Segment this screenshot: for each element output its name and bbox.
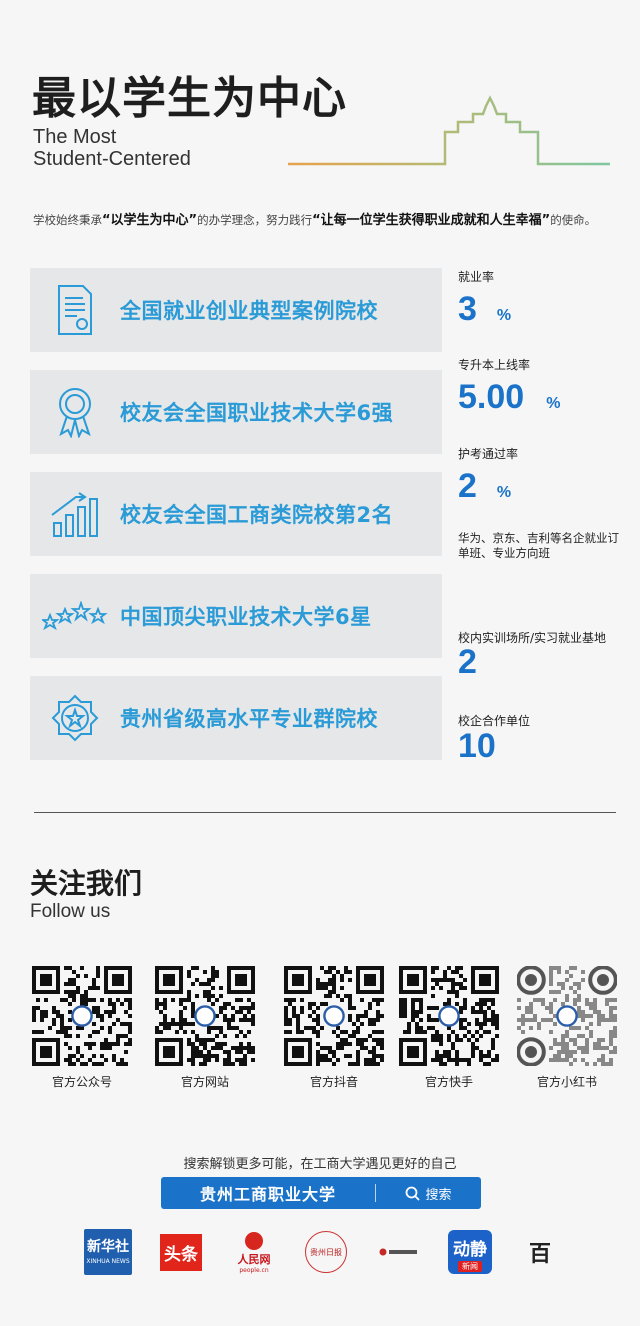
follow-title: 关注我们	[30, 867, 143, 900]
search-bar[interactable]: 贵州工商职业大学 搜索	[161, 1177, 481, 1209]
qr-code-icon	[32, 966, 132, 1066]
qr-code-icon	[155, 966, 255, 1066]
baijia-logo[interactable]: 百	[525, 1228, 555, 1276]
honor-label: 中国顶尖职业技术大学6星	[120, 605, 372, 629]
star-badge-icon	[30, 676, 120, 760]
stat-training-label: 校内实训场所/实习就业基地	[458, 631, 607, 645]
search-separator	[375, 1184, 376, 1202]
guizhou-daily-logo[interactable]: 贵州日报	[304, 1228, 348, 1276]
stat-training-value: 2	[458, 643, 477, 681]
xinhua-logo[interactable]: 新华社 XINHUA NEWS	[83, 1228, 133, 1276]
subtitle-line-1: The Most	[33, 126, 117, 148]
stat-employment-value: 3%	[458, 290, 512, 328]
stat-upgrade-label: 专升本上线率	[458, 358, 531, 372]
search-slogan: 搜索解锁更多可能，在工商大学遇见更好的自己	[183, 1157, 457, 1172]
certificate-icon	[30, 268, 120, 352]
qr-code-label: 官方抖音	[309, 1075, 358, 1089]
honor-card: 中国顶尖职业技术大学6星	[30, 574, 442, 658]
honor-card: 全国就业创业典型案例院校	[30, 268, 442, 352]
qr-code-icon	[516, 965, 618, 1067]
page-subtitle: The Most Student-Centered	[33, 126, 191, 170]
stat-nursing-value: 2%	[458, 467, 512, 505]
enterprise-note: 华为、京东、吉利等名企就业订单班、专业方向班	[458, 531, 619, 560]
qr-code-icon	[399, 966, 499, 1066]
news-site-logo-icon	[379, 1248, 417, 1256]
people-logo[interactable]: 人民网 people.cn	[232, 1228, 276, 1276]
qr-code-3[interactable]	[284, 966, 384, 1070]
qr-code-1[interactable]	[32, 966, 132, 1070]
stat-nursing-label: 护考通过率	[458, 447, 519, 461]
qr-code-label: 官方小红书	[536, 1075, 597, 1089]
honor-label: 贵州省级高水平专业群院校	[120, 707, 378, 731]
bar-chart-growth-icon	[30, 472, 120, 556]
honor-label: 校友会全国职业技术大学6强	[120, 401, 394, 425]
follow-subtitle: Follow us	[30, 901, 111, 922]
search-query[interactable]: 贵州工商职业大学	[161, 1181, 375, 1205]
award-medal-icon	[30, 370, 120, 454]
qr-code-label: 官方网站	[180, 1075, 229, 1089]
qr-code-icon	[284, 966, 384, 1066]
stars-icon	[30, 574, 120, 658]
search-icon	[406, 1186, 421, 1201]
mission-statement: 学校始终秉承“以学生为中心”的办学理念，努力践行“让每一位学生获得职业成就和人生…	[33, 213, 597, 228]
section-divider	[34, 812, 616, 813]
toutiao-logo[interactable]: 头条	[155, 1228, 207, 1276]
stat-upgrade-value: 5.00%	[458, 378, 561, 416]
honor-label: 全国就业创业典型案例院校	[120, 299, 378, 323]
qr-code-5[interactable]	[516, 965, 618, 1070]
honor-card: 贵州省级高水平专业群院校	[30, 676, 442, 760]
people-emblem-icon	[245, 1231, 263, 1250]
dongjing-logo[interactable]: 动静 新闻	[447, 1228, 493, 1276]
qr-code-4[interactable]	[399, 966, 499, 1070]
qr-code-2[interactable]	[155, 966, 255, 1070]
honor-card: 校友会全国工商类院校第2名	[30, 472, 442, 556]
china-daily-small-logo[interactable]	[378, 1228, 420, 1276]
qr-code-label: 官方公众号	[51, 1075, 112, 1089]
qr-code-label: 官方快手	[424, 1075, 473, 1089]
honor-label: 校友会全国工商类院校第2名	[120, 503, 394, 527]
honor-card: 校友会全国职业技术大学6强	[30, 370, 442, 454]
campus-skyline-graphic	[288, 95, 610, 166]
stat-employment-label: 就业率	[458, 270, 495, 284]
subtitle-line-2: Student-Centered	[33, 148, 191, 170]
stat-partners-value: 10	[458, 727, 496, 765]
search-button[interactable]: 搜索	[376, 1184, 481, 1203]
